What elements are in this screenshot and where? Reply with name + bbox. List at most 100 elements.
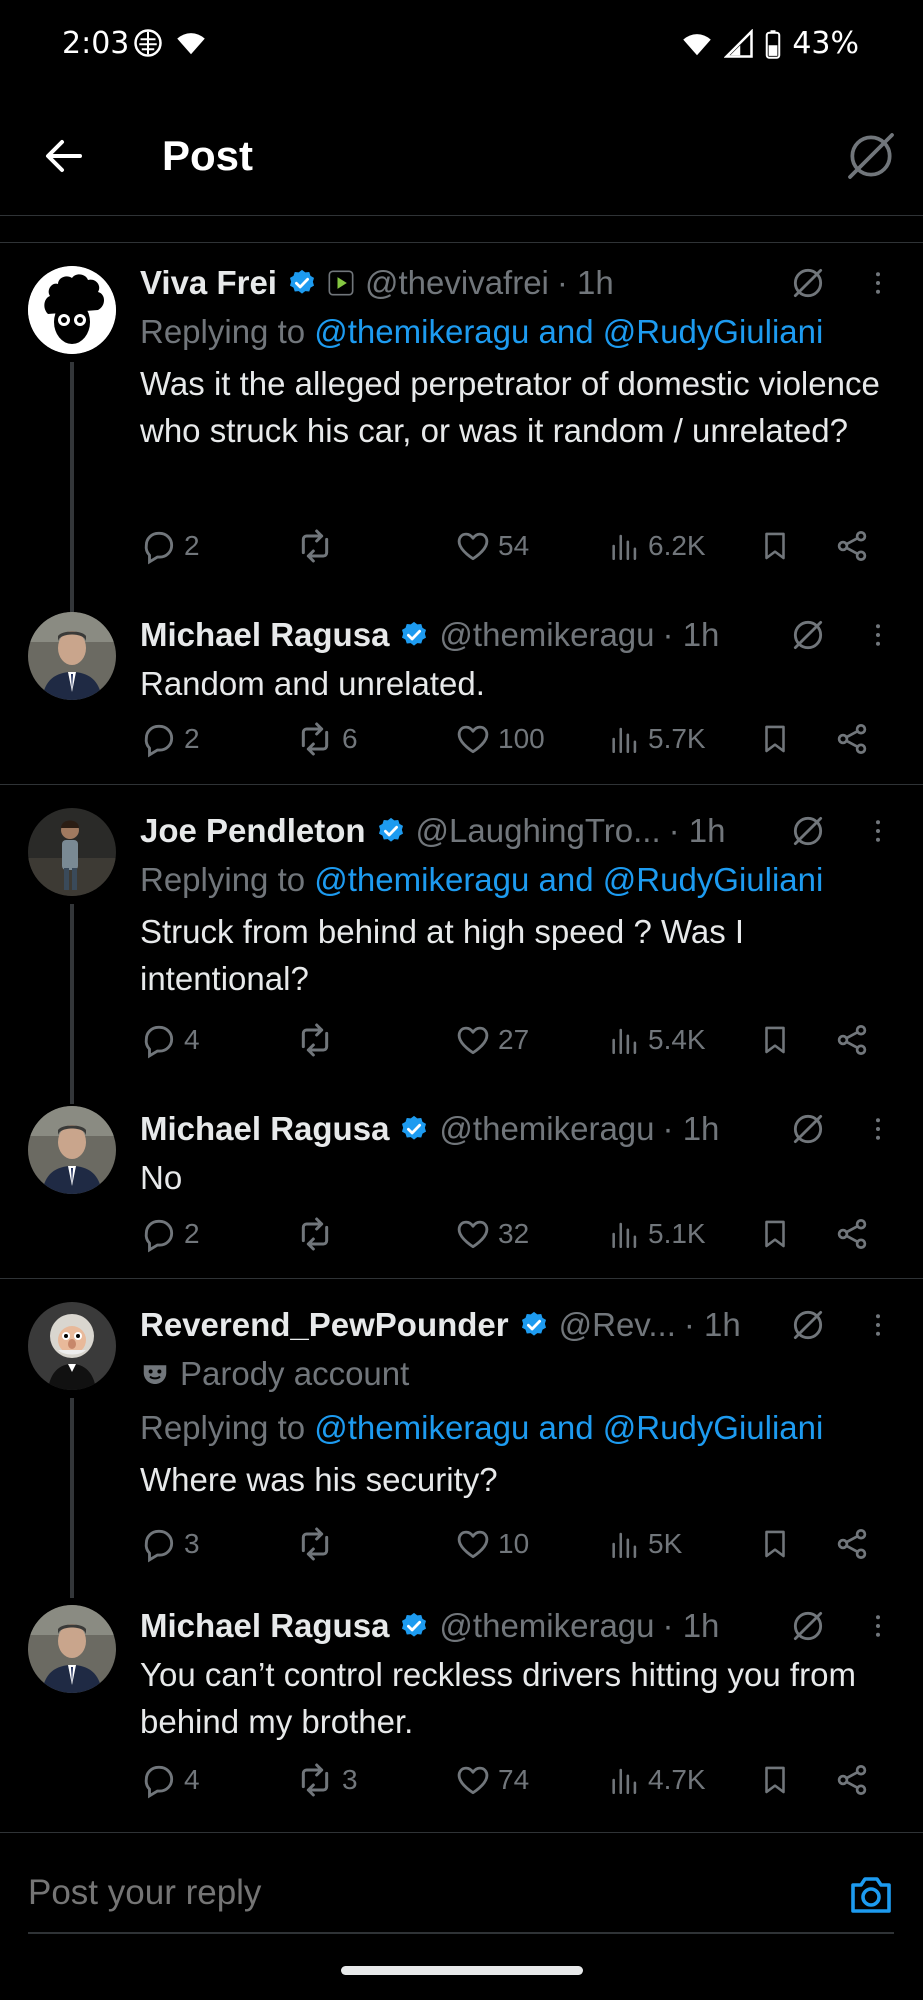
bookmark-button[interactable]	[758, 1212, 792, 1256]
tweet-text: Was it the alleged perpetrator of domest…	[140, 365, 880, 449]
views-icon	[608, 720, 642, 758]
replying-to: Replying to @themikeragu and @RudyGiulia…	[140, 861, 824, 898]
tweet[interactable]: Michael Ragusa @themikeragu · 1h Random …	[0, 600, 923, 780]
avatar[interactable]	[28, 1106, 116, 1194]
avatar[interactable]	[28, 808, 116, 896]
grok-icon[interactable]	[843, 128, 899, 184]
share-button[interactable]	[834, 1212, 870, 1256]
views-button[interactable]: 5.4K	[608, 1018, 706, 1062]
more-options-icon[interactable]	[863, 1308, 893, 1342]
heart-icon	[454, 527, 492, 565]
avatar[interactable]	[28, 612, 116, 700]
grok-icon[interactable]	[789, 1110, 827, 1148]
author-name[interactable]: Reverend_PewPounder	[140, 1306, 509, 1344]
repost-button[interactable]	[294, 1212, 342, 1256]
bookmark-icon	[758, 720, 792, 758]
like-button[interactable]: 74	[454, 1758, 529, 1802]
post-time: · 1h	[668, 812, 726, 849]
reply-button[interactable]: 4	[140, 1758, 200, 1802]
author-name[interactable]: Michael Ragusa	[140, 1607, 389, 1645]
tweet[interactable]: Michael Ragusa @themikeragu · 1h You can…	[0, 1593, 923, 1823]
bookmark-button[interactable]	[758, 717, 792, 761]
grok-icon[interactable]	[789, 616, 827, 654]
share-button[interactable]	[834, 1522, 870, 1566]
tweet[interactable]: Joe Pendleton @LaughingTro... · 1h Reply…	[0, 796, 923, 1104]
views-button[interactable]: 5.1K	[608, 1212, 706, 1256]
like-button[interactable]: 27	[454, 1018, 529, 1062]
share-button[interactable]	[834, 1018, 870, 1062]
like-button[interactable]: 32	[454, 1212, 529, 1256]
author-name[interactable]: Viva Frei	[140, 264, 277, 302]
author-handle[interactable]: @themikeragu	[439, 1607, 654, 1645]
grok-icon[interactable]	[789, 812, 827, 850]
author-handle[interactable]: @thevivafrei	[365, 264, 549, 302]
reply-button[interactable]: 2	[140, 717, 200, 761]
tweet[interactable]: Michael Ragusa @themikeragu · 1h No 2 32…	[0, 1094, 923, 1274]
like-button[interactable]: 100	[454, 717, 545, 761]
reply-underline	[28, 1932, 894, 1934]
verified-badge-icon	[287, 268, 317, 298]
reply-button[interactable]: 2	[140, 1212, 200, 1256]
views-count: 5.4K	[648, 1024, 706, 1055]
views-button[interactable]: 5.7K	[608, 717, 706, 761]
share-button[interactable]	[834, 524, 870, 568]
author-name[interactable]: Joe Pendleton	[140, 812, 366, 850]
reply-button[interactable]: 2	[140, 524, 200, 568]
avatar[interactable]	[28, 1302, 116, 1390]
author-name[interactable]: Michael Ragusa	[140, 616, 389, 654]
share-button[interactable]	[834, 1758, 870, 1802]
replying-to-link[interactable]: @themikeragu and @RudyGiuliani	[314, 313, 823, 350]
replying-to-link[interactable]: @themikeragu and @RudyGiuliani	[314, 861, 823, 898]
reply-icon	[140, 1215, 178, 1253]
more-options-icon[interactable]	[863, 814, 893, 848]
post-time: · 1h	[556, 264, 614, 301]
bookmark-button[interactable]	[758, 1018, 792, 1062]
avatar[interactable]	[28, 1605, 116, 1693]
repost-count: 3	[342, 1764, 358, 1795]
more-options-icon[interactable]	[863, 1609, 893, 1643]
home-indicator[interactable]	[341, 1966, 583, 1975]
post-time: · 1h	[683, 1306, 741, 1343]
heart-icon	[454, 1215, 492, 1253]
share-button[interactable]	[834, 717, 870, 761]
views-button[interactable]: 4.7K	[608, 1758, 706, 1802]
reply-input[interactable]	[28, 1873, 788, 1913]
author-handle[interactable]: @LaughingTro...	[416, 812, 661, 850]
views-button[interactable]: 5K	[608, 1522, 682, 1566]
more-options-icon[interactable]	[863, 266, 893, 300]
reply-icon	[140, 1761, 178, 1799]
repost-button[interactable]	[294, 524, 342, 568]
more-options-icon[interactable]	[863, 1112, 893, 1146]
grok-icon[interactable]	[789, 264, 827, 302]
like-button[interactable]: 10	[454, 1522, 529, 1566]
tweet[interactable]: Viva Frei @thevivafrei · 1h Replying to …	[0, 258, 923, 612]
grok-icon[interactable]	[789, 1607, 827, 1645]
reply-icon	[140, 1021, 178, 1059]
bookmark-button[interactable]	[758, 524, 792, 568]
author-handle[interactable]: @Rev...	[559, 1306, 676, 1344]
author-name[interactable]: Michael Ragusa	[140, 1110, 389, 1148]
wifi-icon	[177, 33, 205, 55]
reply-button[interactable]: 3	[140, 1522, 200, 1566]
replying-to-link[interactable]: @themikeragu and @RudyGiuliani	[314, 1409, 823, 1446]
reply-button[interactable]: 4	[140, 1018, 200, 1062]
views-button[interactable]: 6.2K	[608, 524, 706, 568]
repost-button[interactable]	[294, 1018, 342, 1062]
bookmark-button[interactable]	[758, 1758, 792, 1802]
michael-ragusa-avatar-image	[28, 1106, 116, 1194]
verified-badge-icon	[376, 816, 406, 846]
more-options-icon[interactable]	[863, 618, 893, 652]
like-button[interactable]: 54	[454, 524, 529, 568]
avatar[interactable]	[28, 266, 116, 354]
repost-button[interactable]	[294, 1522, 342, 1566]
bookmark-button[interactable]	[758, 1522, 792, 1566]
author-handle[interactable]: @themikeragu	[439, 1110, 654, 1148]
grok-icon[interactable]	[789, 1306, 827, 1344]
author-handle[interactable]: @themikeragu	[439, 616, 654, 654]
tweet[interactable]: Reverend_PewPounder @Rev... · 1h Parody …	[0, 1290, 923, 1598]
status-time: 2:03	[62, 26, 130, 61]
back-arrow-icon[interactable]	[40, 132, 88, 180]
camera-icon[interactable]	[847, 1871, 895, 1919]
repost-button[interactable]: 3	[294, 1758, 358, 1802]
repost-button[interactable]: 6	[294, 717, 358, 761]
